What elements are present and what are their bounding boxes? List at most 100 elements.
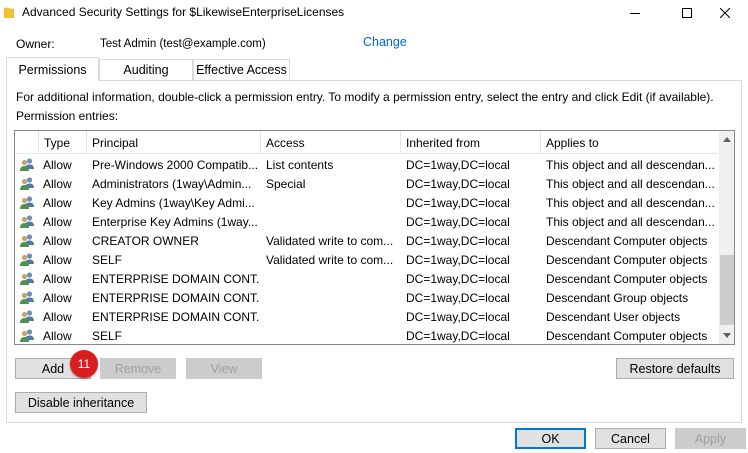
table-row[interactable]: Allow CREATOR OWNER Validated write to com… xyxy=(15,231,718,250)
column-access[interactable]: Access xyxy=(261,131,401,154)
cell-inherited-from: DC=1way,DC=local xyxy=(406,328,510,343)
apply-button[interactable]: Apply xyxy=(675,428,746,449)
user-group-icon xyxy=(19,271,35,286)
user-group-icon xyxy=(19,176,35,191)
cell-principal: ENTERPRISE DOMAIN CONT... xyxy=(92,290,260,305)
change-owner-link[interactable]: Change xyxy=(363,35,407,49)
table-row[interactable]: Allow Key Admins (1way\Key Admi... DC=1way… xyxy=(15,193,718,212)
vertical-scrollbar[interactable] xyxy=(719,131,734,344)
column-type[interactable]: Type xyxy=(39,131,87,154)
cell-type: Allow xyxy=(43,195,72,210)
cell-applies-to: Descendant Computer objects xyxy=(546,271,708,286)
cell-type: Allow xyxy=(43,214,72,229)
tab-auditing[interactable]: Auditing xyxy=(99,59,193,80)
cell-access: Special xyxy=(266,176,306,191)
cell-access xyxy=(266,193,400,212)
folder-icon xyxy=(3,6,15,19)
cell-applies-to: Descendant User objects xyxy=(546,309,681,324)
tab-permissions[interactable]: Permissions xyxy=(6,57,99,81)
table-row[interactable]: Allow SELF DC=1way,DC=local Descendant Comp… xyxy=(15,326,718,344)
cell-inherited-from: DC=1way,DC=local xyxy=(406,290,510,305)
cell-type: Allow xyxy=(43,271,72,286)
column-principal[interactable]: Principal xyxy=(87,131,261,154)
close-button[interactable] xyxy=(702,0,748,26)
cell-principal: Enterprise Key Admins (1way... xyxy=(92,214,258,229)
cell-principal: Pre-Windows 2000 Compatib... xyxy=(92,157,259,172)
cell-principal: ENTERPRISE DOMAIN CONT... xyxy=(92,309,260,324)
table-row[interactable]: Allow Enterprise Key Admins (1way... DC=1w… xyxy=(15,212,718,231)
table-row[interactable]: Allow Administrators (1way\Admin... Specia… xyxy=(15,174,718,193)
user-group-icon xyxy=(19,309,35,324)
restore-defaults-button[interactable]: Restore defaults xyxy=(616,358,734,379)
ok-button[interactable]: OK xyxy=(515,428,586,449)
cell-access xyxy=(266,326,400,344)
cell-inherited-from: DC=1way,DC=local xyxy=(406,214,510,229)
list-header: Type Principal Access Inherited from App… xyxy=(15,131,718,154)
cell-access xyxy=(266,307,400,326)
cell-inherited-from: DC=1way,DC=local xyxy=(406,176,510,191)
cell-access: Validated write to com... xyxy=(266,233,394,248)
cell-inherited-from: DC=1way,DC=local xyxy=(406,233,510,248)
scrollbar-thumb[interactable] xyxy=(720,255,734,325)
cell-type: Allow xyxy=(43,157,72,172)
cell-applies-to: This object and all descendan... xyxy=(546,214,715,229)
cell-principal: SELF xyxy=(92,252,123,267)
cell-type: Allow xyxy=(43,328,72,343)
scroll-down-arrow-icon[interactable] xyxy=(719,327,734,344)
remove-button[interactable]: Remove xyxy=(100,358,176,379)
cell-type: Allow xyxy=(43,290,72,305)
cell-access: Validated write to com... xyxy=(266,252,394,267)
step-number-badge: 11 xyxy=(70,350,98,378)
cell-applies-to: This object and all descendan... xyxy=(546,176,715,191)
cell-access xyxy=(266,212,400,231)
table-row[interactable]: Allow SELF Validated write to com... DC=1wa… xyxy=(15,250,718,269)
cell-inherited-from: DC=1way,DC=local xyxy=(406,252,510,267)
tab-effective-access[interactable]: Effective Access xyxy=(193,59,290,80)
user-group-icon xyxy=(19,233,35,248)
cell-inherited-from: DC=1way,DC=local xyxy=(406,157,510,172)
title-bar: Advanced Security Settings for $Likewise… xyxy=(0,0,748,26)
cell-applies-to: Descendant Computer objects xyxy=(546,252,708,267)
user-group-icon xyxy=(19,290,35,305)
cell-inherited-from: DC=1way,DC=local xyxy=(406,309,510,324)
table-row[interactable]: Allow ENTERPRISE DOMAIN CONT... DC=1way,DC… xyxy=(15,307,718,326)
user-group-icon xyxy=(19,252,35,267)
cell-access xyxy=(266,288,400,307)
cell-inherited-from: DC=1way,DC=local xyxy=(406,195,510,210)
table-row[interactable]: Allow Pre-Windows 2000 Compatib... List co… xyxy=(15,155,718,174)
user-group-icon xyxy=(19,157,35,172)
table-row[interactable]: Allow ENTERPRISE DOMAIN CONT... DC=1way,DC… xyxy=(15,288,718,307)
owner-value: Test Admin (test@example.com) xyxy=(100,38,266,50)
cell-type: Allow xyxy=(43,233,72,248)
minimize-button[interactable] xyxy=(612,0,658,26)
column-inherited-from[interactable]: Inherited from xyxy=(401,131,541,154)
user-group-icon xyxy=(19,195,35,210)
window-title: Advanced Security Settings for $Likewise… xyxy=(22,5,345,19)
cell-type: Allow xyxy=(43,176,72,191)
cell-principal: Administrators (1way\Admin... xyxy=(92,176,252,191)
table-row[interactable]: Allow ENTERPRISE DOMAIN CONT... DC=1way,DC… xyxy=(15,269,718,288)
permission-entries-label: Permission entries: xyxy=(16,109,119,123)
view-button[interactable]: View xyxy=(186,358,262,379)
user-group-icon xyxy=(19,328,35,343)
column-icon[interactable] xyxy=(15,131,39,154)
cell-principal: SELF xyxy=(92,328,123,343)
cell-access xyxy=(266,269,400,288)
info-text: For additional information, double-click… xyxy=(16,90,714,104)
permission-entries-list[interactable]: Type Principal Access Inherited from App… xyxy=(14,130,735,345)
cell-principal: Key Admins (1way\Key Admi... xyxy=(92,195,255,210)
cancel-button[interactable]: Cancel xyxy=(595,428,666,449)
disable-inheritance-button[interactable]: Disable inheritance xyxy=(15,392,147,413)
scroll-up-arrow-icon[interactable] xyxy=(719,131,734,148)
cell-applies-to: This object and all descendan... xyxy=(546,157,715,172)
column-applies-to[interactable]: Applies to xyxy=(541,131,718,154)
cell-principal: ENTERPRISE DOMAIN CONT... xyxy=(92,271,260,286)
cell-type: Allow xyxy=(43,309,72,324)
cell-applies-to: Descendant Computer objects xyxy=(546,328,708,343)
cell-access: List contents xyxy=(266,157,334,172)
owner-label: Owner: xyxy=(16,37,55,51)
cell-inherited-from: DC=1way,DC=local xyxy=(406,271,510,286)
cell-applies-to: Descendant Group objects xyxy=(546,290,689,305)
cell-principal: CREATOR OWNER xyxy=(92,233,199,248)
user-group-icon xyxy=(19,214,35,229)
